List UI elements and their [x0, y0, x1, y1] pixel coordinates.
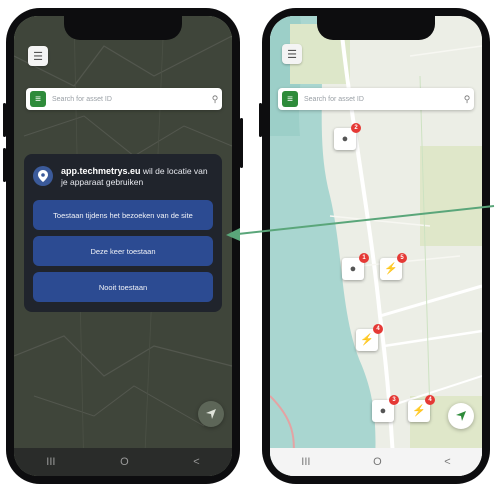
annotation-arrow	[226, 205, 495, 241]
